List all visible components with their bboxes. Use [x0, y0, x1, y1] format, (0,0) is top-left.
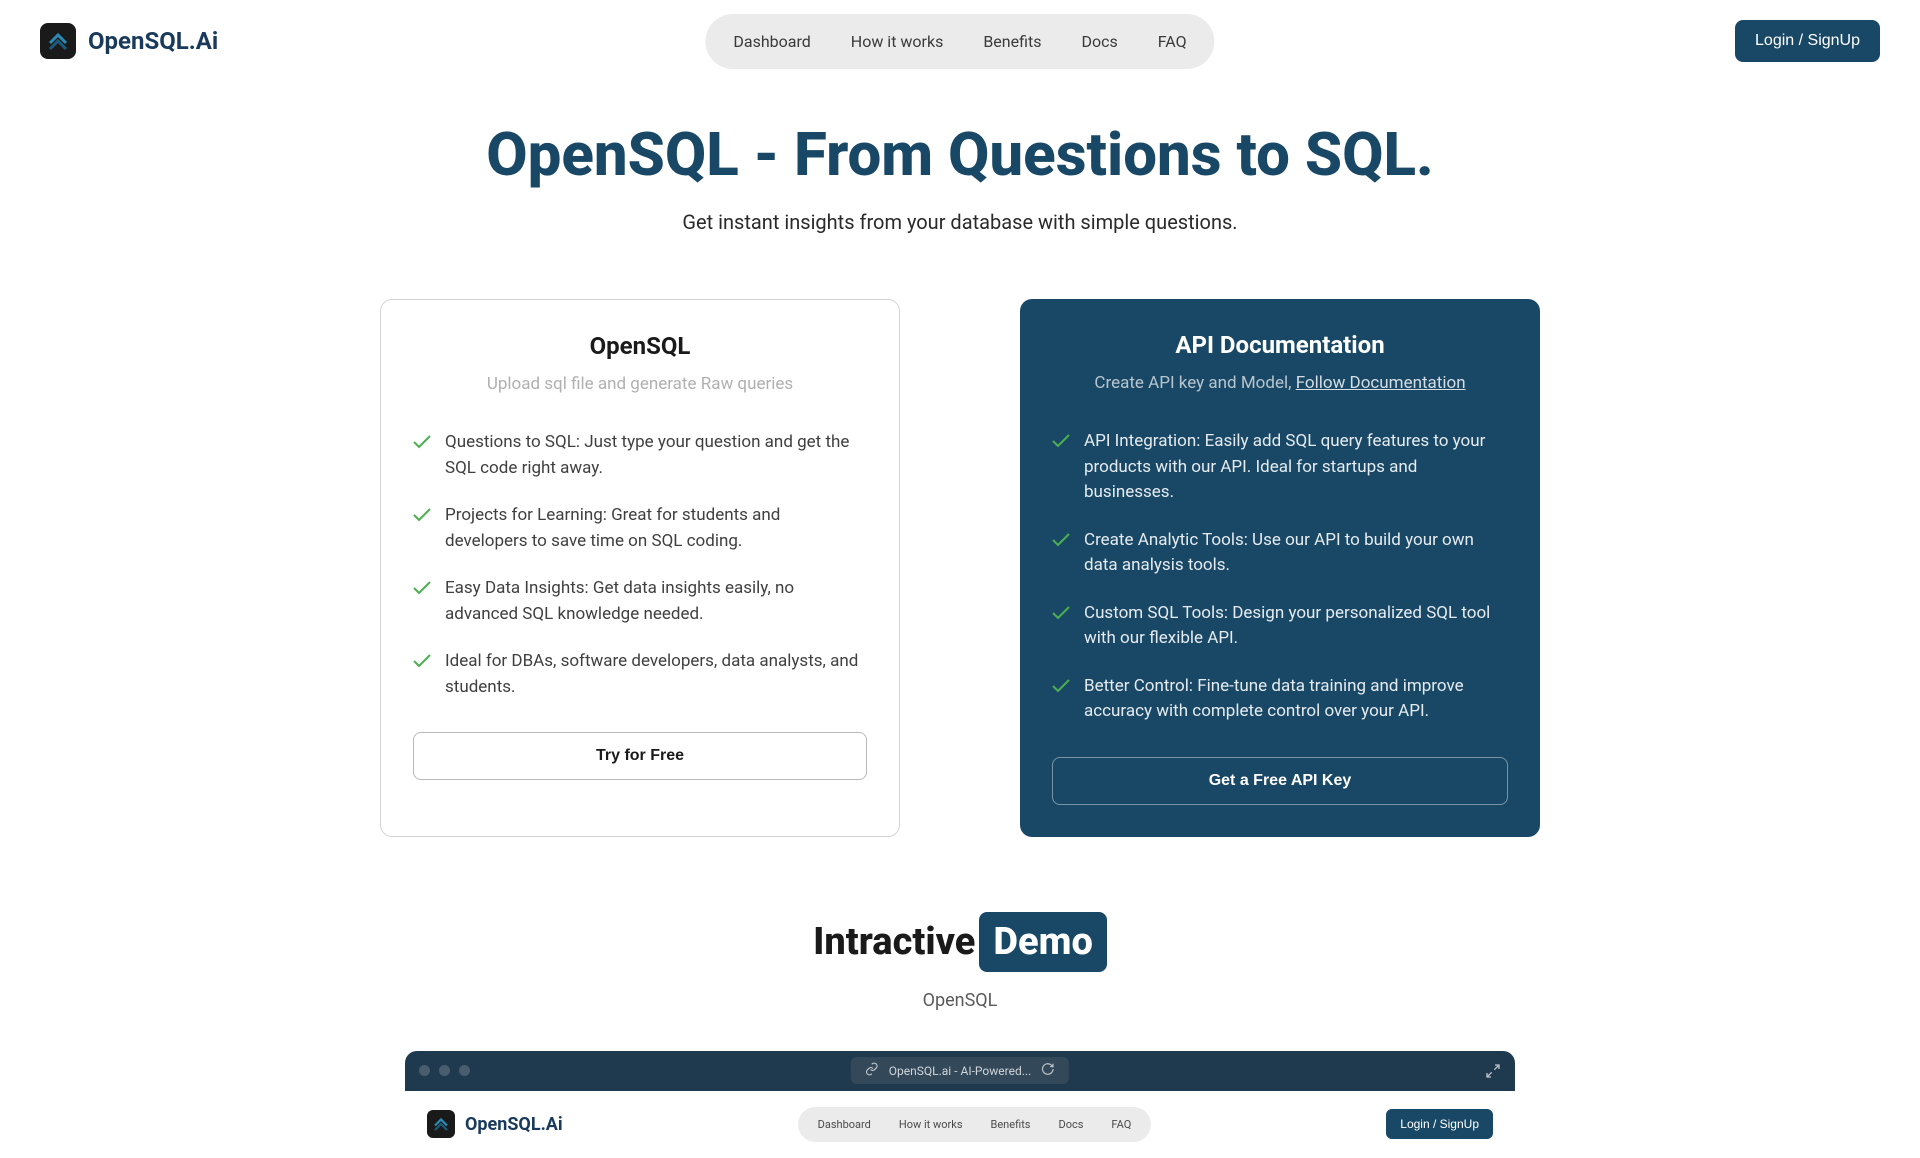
mini-nav-benefits[interactable]: Benefits [979, 1113, 1043, 1136]
check-icon [413, 653, 431, 672]
list-item: Easy Data Insights: Get data insights ea… [413, 576, 867, 627]
hero-section: OpenSQL - From Questions to SQL. Get ins… [0, 122, 1920, 234]
logo-area[interactable]: OpenSQL.Ai [40, 23, 218, 59]
cards-section: OpenSQL Upload sql file and generate Raw… [0, 299, 1920, 837]
feature-text: Easy Data Insights: Get data insights ea… [445, 576, 867, 627]
nav-how-it-works[interactable]: How it works [833, 22, 962, 61]
header: OpenSQL.Ai Dashboard How it works Benefi… [0, 0, 1920, 82]
check-icon [1052, 532, 1070, 551]
get-api-key-button[interactable]: Get a Free API Key [1052, 757, 1508, 805]
demo-badge: Demo [979, 912, 1107, 972]
expand-icon[interactable] [1485, 1063, 1501, 1079]
feature-text: Projects for Learning: Great for student… [445, 503, 867, 554]
card-opensql-subtitle: Upload sql file and generate Raw queries [413, 374, 867, 394]
demo-title-prefix: Intractive [813, 920, 975, 964]
list-item: API Integration: Easily add SQL query fe… [1052, 429, 1508, 506]
traffic-lights [419, 1065, 470, 1076]
brand-name: OpenSQL.Ai [88, 27, 218, 55]
check-icon [1052, 678, 1070, 697]
logo-icon [40, 23, 76, 59]
api-feature-list: API Integration: Easily add SQL query fe… [1052, 429, 1508, 725]
nav-faq[interactable]: FAQ [1140, 22, 1205, 61]
check-icon [413, 507, 431, 526]
url-text: OpenSQL.ai - AI-Powered... [889, 1064, 1031, 1078]
follow-documentation-link[interactable]: Follow Documentation [1296, 373, 1466, 393]
check-icon [413, 434, 431, 453]
list-item: Questions to SQL: Just type your questio… [413, 430, 867, 481]
nav-benefits[interactable]: Benefits [965, 22, 1059, 61]
hero-subtitle: Get instant insights from your database … [0, 210, 1920, 234]
mini-nav-dashboard[interactable]: Dashboard [806, 1113, 883, 1136]
hero-title: OpenSQL - From Questions to SQL. [0, 122, 1920, 188]
list-item: Better Control: Fine-tune data training … [1052, 674, 1508, 725]
feature-text: API Integration: Easily add SQL query fe… [1084, 429, 1508, 506]
traffic-light-minimize-icon[interactable] [439, 1065, 450, 1076]
feature-text: Better Control: Fine-tune data training … [1084, 674, 1508, 725]
traffic-light-close-icon[interactable] [419, 1065, 430, 1076]
login-signup-button[interactable]: Login / SignUp [1735, 20, 1880, 62]
list-item: Ideal for DBAs, software developers, dat… [413, 649, 867, 700]
card-opensql-title: OpenSQL [413, 332, 867, 360]
mini-login-button[interactable]: Login / SignUp [1386, 1109, 1493, 1139]
card-api-title: API Documentation [1052, 331, 1508, 359]
browser-chrome: OpenSQL.ai - AI-Powered... [405, 1051, 1515, 1091]
mini-logo-icon [427, 1110, 455, 1138]
mini-nav-docs[interactable]: Docs [1046, 1113, 1095, 1136]
card-api-subtitle: Create API key and Model, Follow Documen… [1052, 373, 1508, 393]
check-icon [1052, 433, 1070, 452]
card-opensql: OpenSQL Upload sql file and generate Raw… [380, 299, 900, 837]
check-icon [1052, 605, 1070, 624]
list-item: Custom SQL Tools: Design your personaliz… [1052, 601, 1508, 652]
nav-docs[interactable]: Docs [1063, 22, 1135, 61]
check-icon [413, 580, 431, 599]
traffic-light-maximize-icon[interactable] [459, 1065, 470, 1076]
browser-content: OpenSQL.Ai Dashboard How it works Benefi… [405, 1091, 1515, 1158]
card-api-subtitle-prefix: Create API key and Model, [1094, 373, 1295, 393]
mini-nav-faq[interactable]: FAQ [1099, 1113, 1143, 1136]
card-api-docs: API Documentation Create API key and Mod… [1020, 299, 1540, 837]
list-item: Projects for Learning: Great for student… [413, 503, 867, 554]
browser-mock: OpenSQL.ai - AI-Powered... OpenSQL.Ai Da… [405, 1051, 1515, 1158]
feature-text: Create Analytic Tools: Use our API to bu… [1084, 528, 1508, 579]
mini-nav-how-it-works[interactable]: How it works [887, 1113, 975, 1136]
refresh-icon[interactable] [1041, 1062, 1055, 1079]
try-for-free-button[interactable]: Try for Free [413, 732, 867, 780]
nav-dashboard[interactable]: Dashboard [715, 22, 828, 61]
link-icon [865, 1062, 879, 1079]
feature-text: Questions to SQL: Just type your questio… [445, 430, 867, 481]
feature-text: Ideal for DBAs, software developers, dat… [445, 649, 867, 700]
mini-logo-area[interactable]: OpenSQL.Ai [427, 1110, 563, 1138]
main-nav: Dashboard How it works Benefits Docs FAQ [705, 14, 1214, 69]
opensql-feature-list: Questions to SQL: Just type your questio… [413, 430, 867, 700]
feature-text: Custom SQL Tools: Design your personaliz… [1084, 601, 1508, 652]
demo-section: IntractiveDemo OpenSQL OpenSQL.ai - AI-P… [0, 912, 1920, 1158]
demo-subtitle: OpenSQL [0, 990, 1920, 1011]
mini-nav: Dashboard How it works Benefits Docs FAQ [798, 1107, 1152, 1142]
list-item: Create Analytic Tools: Use our API to bu… [1052, 528, 1508, 579]
mini-brand-name: OpenSQL.Ai [465, 1114, 563, 1135]
demo-title: IntractiveDemo [0, 912, 1920, 972]
